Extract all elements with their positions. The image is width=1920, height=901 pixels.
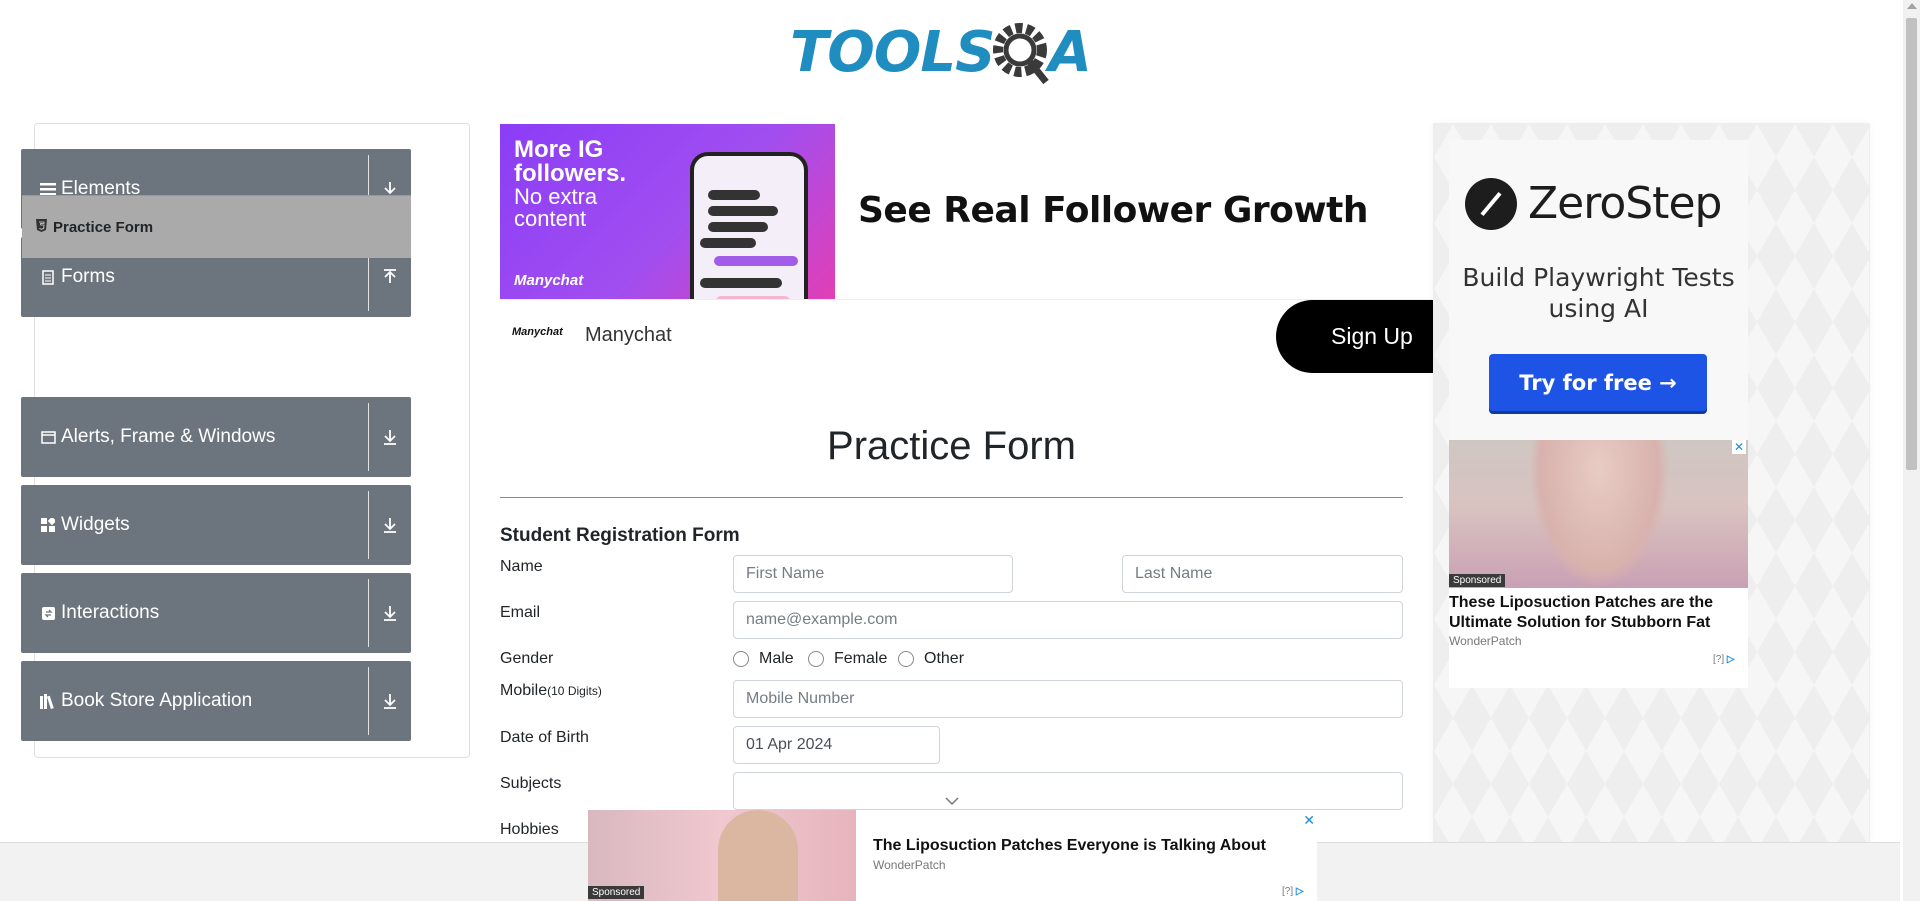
divider xyxy=(368,491,369,559)
download-arrow-icon[interactable] xyxy=(369,429,411,445)
divider xyxy=(368,667,369,735)
ad-info[interactable]: [?] ▷ xyxy=(1282,886,1304,897)
sidebar-item-practice-form[interactable]: Practice Form xyxy=(22,195,411,258)
download-arrow-icon[interactable] xyxy=(369,693,411,709)
gender-radio-other[interactable]: Other xyxy=(898,650,964,668)
ad-image-text: content xyxy=(514,206,587,231)
sponsored-badge: Sponsored xyxy=(1449,574,1506,587)
sidebar-group-interactions[interactable]: Interactions xyxy=(21,573,411,653)
page: TOOLS A Elements Forms Practice Form Ale… xyxy=(0,0,1920,901)
zerostep-logo-icon xyxy=(1465,178,1517,230)
name-label: Name xyxy=(500,558,543,575)
last-name-input[interactable]: Last Name xyxy=(1122,555,1403,593)
sidebar-group-alerts[interactable]: Alerts, Frame & Windows xyxy=(21,397,411,477)
adchoices-icon: ▷ xyxy=(1295,886,1304,897)
scroll-up-arrow-icon[interactable] xyxy=(1907,3,1917,9)
form-subtitle: Student Registration Form xyxy=(500,525,740,546)
sponsored-badge: Sponsored xyxy=(588,886,645,899)
radio-circle[interactable] xyxy=(898,651,914,667)
ad-brand-name[interactable]: Manychat xyxy=(585,324,672,347)
subjects-label: Subjects xyxy=(500,775,562,792)
logo-text-tools: TOOLS xyxy=(790,19,995,85)
ad-headline[interactable]: See Real Follower Growth xyxy=(858,190,1368,231)
ad-banner-image[interactable]: More IG followers. No extra content Many… xyxy=(500,124,835,299)
try-for-free-button[interactable]: Try for free → xyxy=(1489,354,1707,411)
gender-label: Gender xyxy=(500,650,554,667)
close-icon[interactable]: ✕ xyxy=(1303,812,1315,829)
ad-source: WonderPatch xyxy=(1449,634,1522,648)
ad-info-text: [?] xyxy=(1282,886,1294,897)
sidebar-group-bookstore[interactable]: Book Store Application xyxy=(21,661,411,741)
divider xyxy=(368,403,369,471)
ad-source: WonderPatch xyxy=(873,858,946,872)
radio-circle[interactable] xyxy=(808,651,824,667)
sidebar-group-label: Alerts, Frame & Windows xyxy=(61,426,276,447)
signup-button[interactable]: Sign Up xyxy=(1276,300,1436,373)
ad-image-text: followers. xyxy=(514,160,627,187)
divider xyxy=(500,497,1403,498)
page-title: Practice Form xyxy=(827,424,1076,468)
sidebar-group-label: Widgets xyxy=(61,514,130,535)
sidebar-group-label: Book Store Application xyxy=(61,690,253,711)
hobbies-label: Hobbies xyxy=(500,821,559,838)
gender-radio-male[interactable]: Male xyxy=(733,650,794,668)
interactions-icon xyxy=(39,604,57,622)
ad-image-text: More IG xyxy=(514,136,604,163)
scrollbar-thumb[interactable] xyxy=(1906,18,1917,470)
radio-circle[interactable] xyxy=(733,651,749,667)
ad-image-text: No extra xyxy=(514,184,598,209)
gender-radio-female[interactable]: Female xyxy=(808,650,887,668)
download-arrow-icon[interactable] xyxy=(369,605,411,621)
adchoices-icon: ▷ xyxy=(1726,654,1735,665)
date-of-birth-input[interactable]: 01 Apr 2024 xyxy=(733,726,940,764)
mobile-label-text: Mobile xyxy=(500,682,548,699)
sidebar-group-label: Interactions xyxy=(61,602,160,623)
ad-image-brand: Manychat xyxy=(514,272,584,289)
zerostep-brand: ZeroStep xyxy=(1528,178,1722,229)
logo-text-a: A xyxy=(1048,19,1091,85)
upload-arrow-icon[interactable] xyxy=(369,269,411,285)
close-icon[interactable]: ✕ xyxy=(1732,440,1746,454)
document-icon xyxy=(39,268,57,286)
radio-label: Other xyxy=(924,650,965,667)
download-arrow-icon[interactable] xyxy=(369,517,411,533)
books-icon xyxy=(39,692,57,710)
sidebar-item-label: Practice Form xyxy=(53,218,154,236)
ad-info-text: [?] xyxy=(1713,654,1725,665)
ad-brand-logo: Manychat xyxy=(512,326,563,338)
widgets-icon xyxy=(39,516,57,534)
email-label: Email xyxy=(500,604,541,621)
window-icon xyxy=(39,428,57,446)
subjects-input[interactable] xyxy=(733,772,1403,810)
sponsored-ad[interactable]: ✕ Sponsored These Liposuction Patches ar… xyxy=(1449,440,1748,688)
bottom-ad[interactable]: Sponsored The Liposuction Patches Everyo… xyxy=(588,810,1317,901)
ad-title[interactable]: These Liposuction Patches are the Ultima… xyxy=(1449,593,1748,633)
ad-image: ✕ Sponsored xyxy=(1449,440,1748,588)
chevron-down-icon[interactable] xyxy=(945,792,959,810)
divider xyxy=(500,299,1432,300)
divider xyxy=(368,579,369,647)
html5-icon xyxy=(36,219,47,235)
mobile-label: Mobile(10 Digits) xyxy=(500,682,602,700)
radio-label: Female xyxy=(834,650,888,667)
ad-image: Sponsored xyxy=(588,810,856,901)
ad-info[interactable]: [?] ▷ xyxy=(1713,654,1735,665)
radio-label: Male xyxy=(759,650,794,667)
phone-illustration xyxy=(690,152,808,299)
sidebar-group-widgets[interactable]: Widgets xyxy=(21,485,411,565)
first-name-input[interactable]: First Name xyxy=(733,555,1013,593)
gear-magnifier-icon xyxy=(993,22,1050,84)
dob-label: Date of Birth xyxy=(500,729,589,746)
ad-title[interactable]: The Liposuction Patches Everyone is Talk… xyxy=(873,837,1266,855)
mobile-input[interactable]: Mobile Number xyxy=(733,680,1403,718)
mobile-hint: (10 Digits) xyxy=(547,684,602,698)
sidebar-group-label: Forms xyxy=(61,266,115,287)
toolsqa-logo[interactable]: TOOLS A xyxy=(790,15,1115,90)
email-input[interactable]: name@example.com xyxy=(733,601,1403,639)
zerostep-tagline: Build Playwright Tests using AI xyxy=(1462,263,1735,323)
